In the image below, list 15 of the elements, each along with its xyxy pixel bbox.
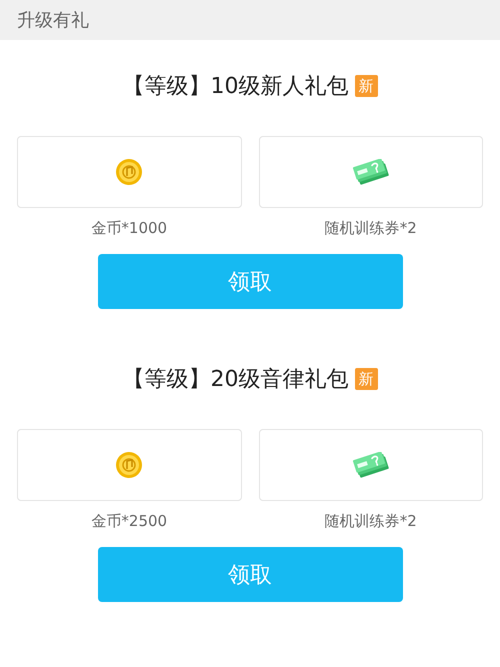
reward-label: 随机训练券*2 [324, 219, 417, 237]
new-badge: 新 [354, 75, 378, 97]
claim-button[interactable]: 领取 [98, 254, 402, 309]
claim-button[interactable]: 领取 [98, 547, 402, 602]
ticket-icon [352, 159, 390, 185]
coin-icon [115, 451, 144, 479]
new-badge: 新 [354, 368, 378, 390]
package-title: 【等级】20级音律礼包 [122, 366, 348, 394]
ticket-icon [352, 452, 390, 478]
reward-label: 随机训练券*2 [324, 512, 417, 530]
coin-icon [115, 158, 144, 186]
reward-label: 金币*1000 [91, 219, 168, 237]
reward-label: 金币*2500 [91, 512, 168, 530]
page-title: 升级有礼 [17, 9, 89, 32]
package-title: 【等级】10级新人礼包 [122, 73, 348, 101]
